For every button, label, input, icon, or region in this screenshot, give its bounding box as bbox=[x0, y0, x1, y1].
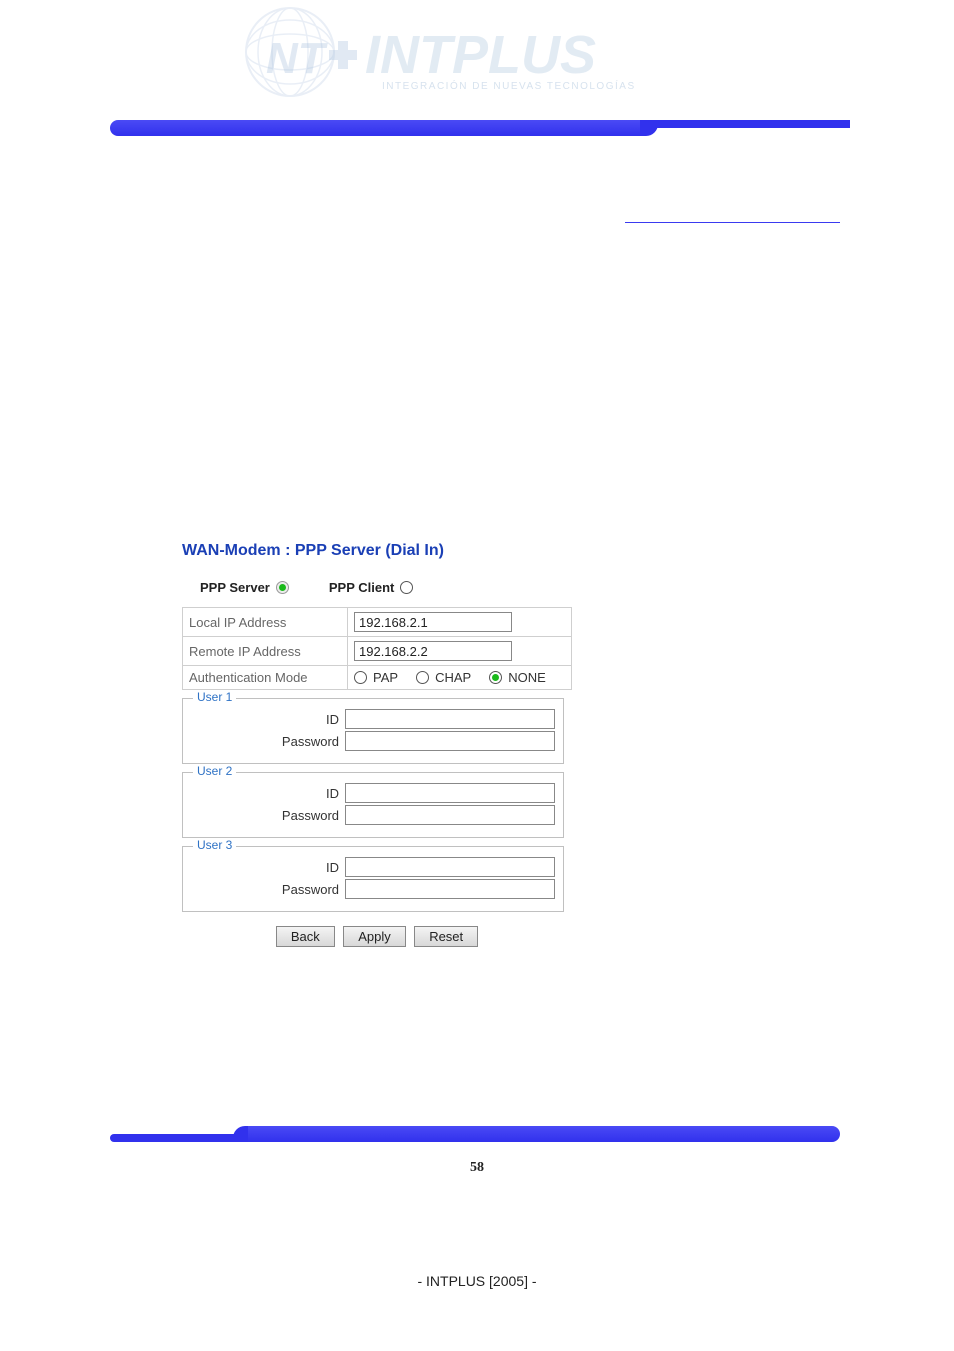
user1-password-label: Password bbox=[282, 734, 339, 749]
svg-text:NT: NT bbox=[266, 34, 328, 83]
page-number: 58 bbox=[0, 1160, 954, 1176]
panel-title: WAN-Modem : PPP Server (Dial In) bbox=[182, 542, 572, 560]
user3-password-label: Password bbox=[282, 882, 339, 897]
local-ip-input[interactable] bbox=[354, 612, 512, 632]
back-button[interactable]: Back bbox=[276, 926, 335, 947]
ppp-server-label: PPP Server bbox=[200, 580, 270, 595]
apply-button[interactable]: Apply bbox=[343, 926, 406, 947]
auth-pap-label: PAP bbox=[373, 670, 398, 685]
remote-ip-input[interactable] bbox=[354, 641, 512, 661]
user2-id-input[interactable] bbox=[345, 783, 555, 803]
remote-ip-label: Remote IP Address bbox=[183, 637, 348, 666]
user3-fieldset: User 3 ID Password bbox=[182, 846, 564, 912]
svg-text:INTPLUS: INTPLUS bbox=[365, 25, 596, 85]
user2-password-label: Password bbox=[282, 808, 339, 823]
auth-chap-label: CHAP bbox=[435, 670, 471, 685]
user1-fieldset: User 1 ID Password bbox=[182, 698, 564, 764]
user1-id-input[interactable] bbox=[345, 709, 555, 729]
ppp-mode-selector: PPP Server PPP Client bbox=[200, 580, 572, 595]
auth-none-radio[interactable] bbox=[489, 671, 502, 684]
user1-id-label: ID bbox=[326, 712, 339, 727]
auth-chap-radio[interactable] bbox=[416, 671, 429, 684]
user1-password-input[interactable] bbox=[345, 731, 555, 751]
intplus-logo-svg: NT INTPLUS INTEGRACIÓN DE NUEVAS TECNOLO… bbox=[220, 5, 690, 100]
user2-legend: User 2 bbox=[193, 764, 236, 778]
footer-text: - INTPLUS [2005] - bbox=[0, 1273, 954, 1289]
reset-button[interactable]: Reset bbox=[414, 926, 478, 947]
ppp-client-label: PPP Client bbox=[329, 580, 395, 595]
auth-pap-radio[interactable] bbox=[354, 671, 367, 684]
underline-rule bbox=[625, 222, 840, 223]
user2-id-label: ID bbox=[326, 786, 339, 801]
user1-legend: User 1 bbox=[193, 690, 236, 704]
auth-mode-options: PAP CHAP NONE bbox=[354, 670, 565, 685]
ppp-server-config-panel: WAN-Modem : PPP Server (Dial In) PPP Ser… bbox=[182, 542, 572, 947]
svg-text:INTEGRACIÓN DE NUEVAS TECNO: INTEGRACIÓN DE NUEVAS TECNOLOGÍAS bbox=[382, 79, 636, 92]
config-table: Local IP Address Remote IP Address Authe… bbox=[182, 607, 572, 690]
auth-mode-label: Authentication Mode bbox=[183, 666, 348, 690]
button-row: Back Apply Reset bbox=[182, 926, 572, 947]
user3-password-input[interactable] bbox=[345, 879, 555, 899]
bottom-divider-bar bbox=[110, 1126, 840, 1142]
top-divider-bar bbox=[110, 120, 840, 136]
user3-id-input[interactable] bbox=[345, 857, 555, 877]
ppp-client-radio[interactable] bbox=[400, 581, 413, 594]
user2-fieldset: User 2 ID Password bbox=[182, 772, 564, 838]
user3-legend: User 3 bbox=[193, 838, 236, 852]
user3-id-label: ID bbox=[326, 860, 339, 875]
user2-password-input[interactable] bbox=[345, 805, 555, 825]
auth-none-label: NONE bbox=[508, 670, 546, 685]
local-ip-label: Local IP Address bbox=[183, 608, 348, 637]
brand-logo: NT INTPLUS INTEGRACIÓN DE NUEVAS TECNOLO… bbox=[220, 5, 690, 100]
ppp-server-radio[interactable] bbox=[276, 581, 289, 594]
